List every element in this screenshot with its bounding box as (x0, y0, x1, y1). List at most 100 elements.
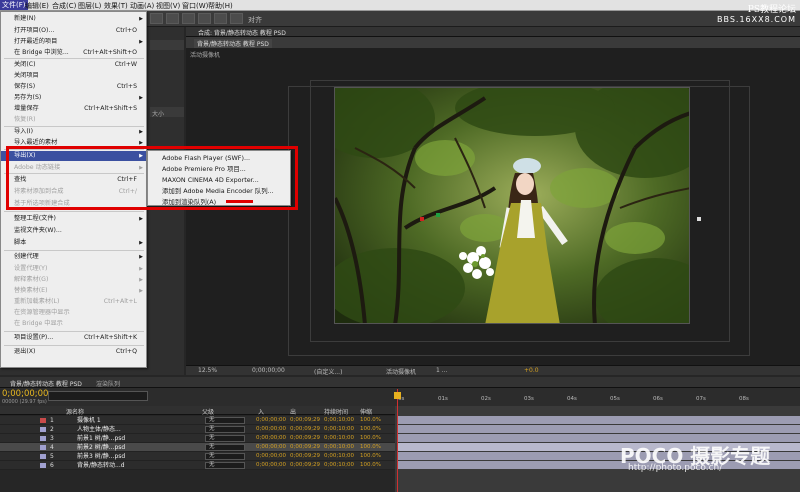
layer-in-time[interactable]: 0;00;00;00 (256, 443, 286, 452)
layer-bar[interactable] (398, 425, 800, 433)
layer-out-time[interactable]: 0;00;09;29 (290, 461, 320, 470)
file-menu-item[interactable]: 脚本 ▶ (1, 238, 146, 248)
layer-in-time[interactable]: 0;00;00;00 (256, 434, 286, 443)
comp-timecode[interactable]: 0;00;00;00 (252, 367, 285, 374)
layer-row[interactable]: 2 人物主体/静态... 无 0;00;00;00 0;00;09;29 0;0… (0, 425, 395, 434)
file-menu-item[interactable]: 退出(X) Ctrl+Q (1, 347, 146, 357)
layer-color-label[interactable] (40, 445, 46, 450)
file-menu-item[interactable]: 创建代理 ▶ (1, 252, 146, 262)
layer-name[interactable]: 背景/静态转动...d (77, 461, 125, 470)
layer-row[interactable]: 6 背景/静态转动...d 无 0;00;00;00 0;00;09;29 0;… (0, 461, 395, 470)
playhead-handle[interactable] (394, 392, 401, 399)
layer-duration[interactable]: 0;00;10;00 (324, 416, 354, 425)
size-column-header[interactable]: 大小 (152, 109, 186, 119)
out-header[interactable]: 出 (290, 407, 296, 416)
layer-name[interactable]: 前景2 树/静...psd (77, 443, 125, 452)
layer-color-label[interactable] (40, 418, 46, 423)
file-menu-item[interactable]: 导入(I) ▶ (1, 127, 146, 137)
parent-dropdown[interactable]: 无 (205, 462, 245, 469)
render-queue-tab[interactable]: 渲染队列 (96, 379, 120, 388)
file-menu-item[interactable]: 项目设置(P)... Ctrl+Alt+Shift+K (1, 333, 146, 343)
parent-dropdown[interactable]: 无 (205, 435, 245, 442)
parent-dropdown[interactable]: 无 (205, 444, 245, 451)
file-menu-item[interactable]: 监视文件夹(W)... (1, 226, 146, 236)
layer-in-time[interactable]: 0;00;00;00 (256, 452, 286, 461)
project-panel-tab[interactable] (150, 40, 184, 50)
brush-tool-icon[interactable] (182, 13, 195, 24)
layer-stretch[interactable]: 100.0% (360, 425, 381, 434)
layer-search-input[interactable] (48, 391, 148, 401)
layer-stretch[interactable]: 100.0% (360, 461, 381, 470)
menu-window[interactable]: 窗口(W) (182, 1, 208, 11)
layer-out-time[interactable]: 0;00;09;29 (290, 425, 320, 434)
menu-effect[interactable]: 效果(T) (104, 1, 128, 11)
parent-dropdown[interactable]: 无 (205, 426, 245, 433)
layer-name[interactable]: 前景1 树/静...psd (77, 434, 125, 443)
menu-animation[interactable]: 动画(A) (130, 1, 154, 11)
file-menu-item[interactable]: 打开项目(O)... Ctrl+O (1, 26, 146, 36)
composition-image[interactable] (334, 87, 690, 324)
composition-subtab[interactable]: 背景/静态转动态 教程 PSD (194, 39, 272, 48)
puppet-tool-icon[interactable] (230, 13, 243, 24)
layer-out-time[interactable]: 0;00;09;29 (290, 434, 320, 443)
parent-header[interactable]: 父级 (202, 407, 214, 416)
eraser-tool-icon[interactable] (214, 13, 227, 24)
menu-file[interactable]: 文件(F) (0, 0, 28, 10)
resolution-dropdown[interactable]: (自定义...) (314, 367, 342, 376)
layer-duration[interactable]: 0;00;10;00 (324, 434, 354, 443)
file-menu-item[interactable]: 另存为(S) ▶ (1, 93, 146, 103)
menu-layer[interactable]: 图层(L) (78, 1, 101, 11)
menu-edit[interactable]: 编辑(E) (25, 1, 49, 11)
layer-stretch[interactable]: 100.0% (360, 443, 381, 452)
duration-header[interactable]: 持续时间 (324, 407, 348, 416)
current-time-display[interactable]: 0;00;00;00 (2, 389, 48, 399)
bounding-handle[interactable] (697, 217, 701, 221)
layer-duration[interactable]: 0;00;10;00 (324, 443, 354, 452)
anchor-point-marker[interactable] (420, 217, 424, 221)
stamp-tool-icon[interactable] (198, 13, 211, 24)
exposure-value[interactable]: +0.0 (524, 367, 539, 374)
layer-duration[interactable]: 0;00;10;00 (324, 425, 354, 434)
menu-view[interactable]: 视图(V) (156, 1, 180, 11)
file-menu-item[interactable]: 增量保存 Ctrl+Alt+Shift+S (1, 104, 146, 114)
layer-name[interactable]: 人物主体/静态... (77, 425, 121, 434)
layer-in-time[interactable]: 0;00;00;00 (256, 461, 286, 470)
layer-out-time[interactable]: 0;00;09;29 (290, 452, 320, 461)
layer-name[interactable]: 摄像机 1 (77, 416, 101, 425)
layer-name[interactable]: 前景3 树/静...psd (77, 452, 125, 461)
layer-color-label[interactable] (40, 436, 46, 441)
layer-stretch[interactable]: 100.0% (360, 434, 381, 443)
layer-stretch[interactable]: 100.0% (360, 452, 381, 461)
menu-help[interactable]: 帮助(H) (208, 1, 233, 11)
file-menu-item[interactable]: 打开最近的项目 ▶ (1, 37, 146, 47)
composition-tab[interactable]: 合成: 背景/静态转动态 教程 PSD (198, 28, 286, 37)
timeline-tab[interactable]: 背景/静态转动态 教程 PSD (10, 379, 82, 388)
layer-out-time[interactable]: 0;00;09;29 (290, 416, 320, 425)
views-layout-dropdown[interactable]: 1 ... (436, 367, 447, 374)
file-menu-item[interactable]: 保存(S) Ctrl+S (1, 82, 146, 92)
layer-row[interactable]: 3 前景1 树/静...psd 无 0;00;00;00 0;00;09;29 … (0, 434, 395, 443)
layer-out-time[interactable]: 0;00;09;29 (290, 443, 320, 452)
parent-dropdown[interactable]: 无 (205, 417, 245, 424)
pen-tool-icon[interactable] (150, 13, 163, 24)
layer-duration[interactable]: 0;00;10;00 (324, 452, 354, 461)
layer-stretch[interactable]: 100.0% (360, 416, 381, 425)
parent-dropdown[interactable]: 无 (205, 453, 245, 460)
layer-color-label[interactable] (40, 454, 46, 459)
layer-color-label[interactable] (40, 463, 46, 468)
layer-row[interactable]: 1 摄像机 1 无 0;00;00;00 0;00;09;29 0;00;10;… (0, 416, 395, 425)
file-menu-item[interactable]: 在 Bridge 中浏览... Ctrl+Alt+Shift+O (1, 48, 146, 58)
file-menu-item[interactable]: 新建(N) ▶ (1, 14, 146, 24)
playhead-line[interactable] (397, 389, 398, 492)
file-menu-item[interactable]: 整理工程(文件) ▶ (1, 214, 146, 224)
zoom-dropdown[interactable]: 12.5% (198, 367, 217, 374)
layer-bar[interactable] (398, 416, 800, 424)
time-ruler[interactable]: 0s 01s 02s 03s 04s 05s 06s 07s 08s (395, 388, 800, 406)
layer-duration[interactable]: 0;00;10;00 (324, 461, 354, 470)
file-menu-item[interactable]: 关闭(C) Ctrl+W (1, 60, 146, 70)
file-menu-item[interactable]: 关闭项目 (1, 71, 146, 81)
in-header[interactable]: 入 (258, 407, 264, 416)
align-checkbox-label[interactable]: 对齐 (248, 15, 262, 25)
layer-color-label[interactable] (40, 427, 46, 432)
layer-row[interactable]: 5 前景3 树/静...psd 无 0;00;00;00 0;00;09;29 … (0, 452, 395, 461)
